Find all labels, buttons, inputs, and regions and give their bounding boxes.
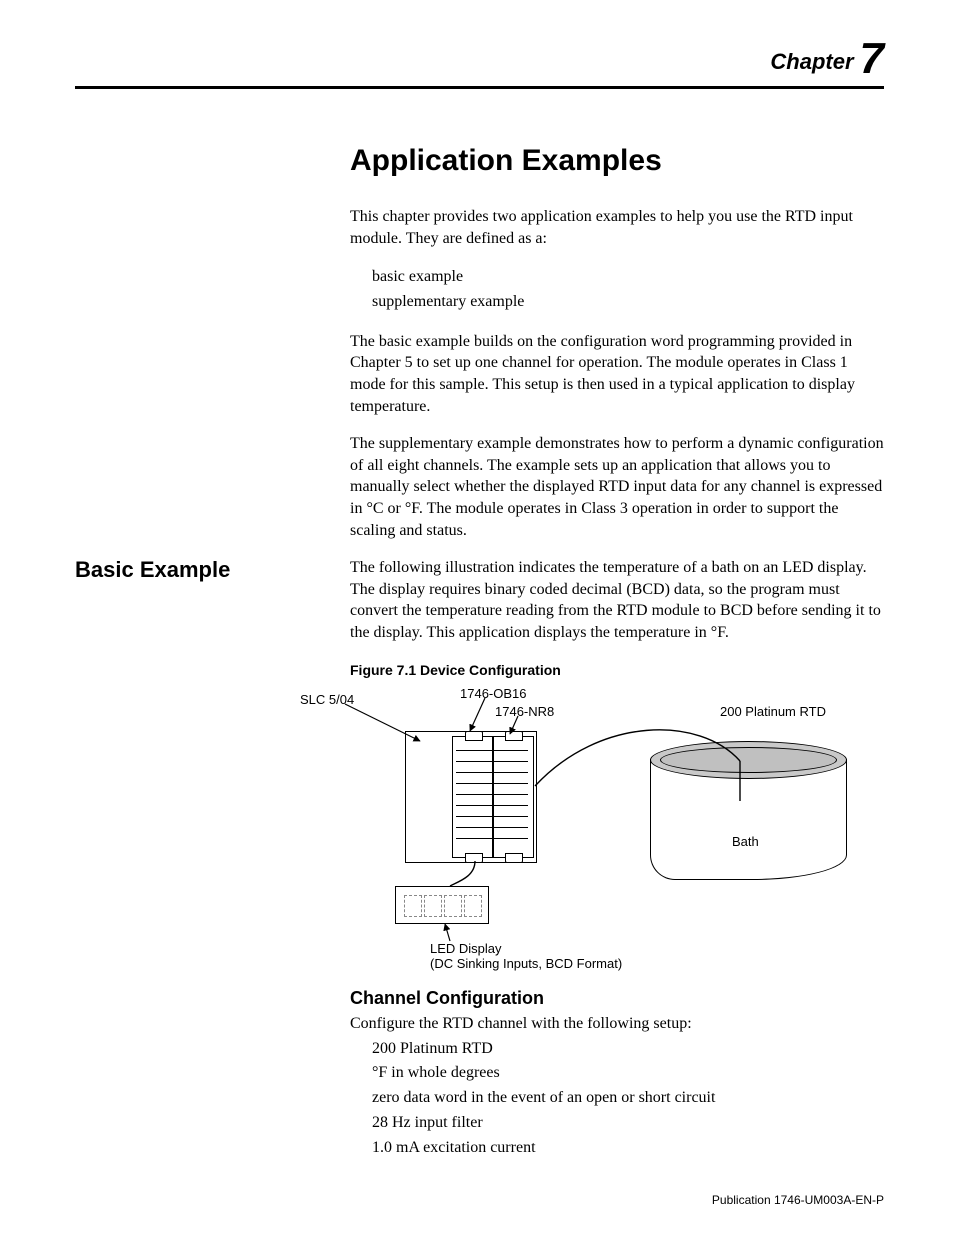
section-heading-basic: Basic Example [75, 557, 350, 583]
config-item-degrees: °F in whole degrees [372, 1061, 884, 1086]
intro-para-2: The basic example builds on the configur… [350, 331, 884, 417]
diagram-overlay [300, 686, 860, 976]
config-item-rtd: 200 Platinum RTD [372, 1037, 884, 1062]
config-item-excitation: 1.0 mA excitation current [372, 1136, 884, 1161]
basic-para: The following illustration indicates the… [350, 557, 884, 643]
config-item-zero: zero data word in the event of an open o… [372, 1086, 884, 1111]
figure-title: Figure 7.1 Device Configuration [350, 662, 884, 678]
page-title: Application Examples [350, 144, 884, 178]
config-item-filter: 28 Hz input filter [372, 1111, 884, 1136]
chapter-header: Chapter 7 [75, 30, 884, 80]
chapter-number: 7 [860, 34, 884, 83]
publication-id: Publication 1746-UM003A-EN-P [712, 1193, 884, 1207]
intro-para-1: This chapter provides two application ex… [350, 206, 884, 249]
intro-item-basic: basic example [372, 265, 884, 290]
intro-item-supplementary: supplementary example [372, 290, 884, 315]
figure-device-configuration: SLC 5/04 1746-OB16 1746-NR8 200 Platinum… [300, 686, 860, 976]
intro-para-3: The supplementary example demonstrates h… [350, 433, 884, 541]
channel-lead: Configure the RTD channel with the follo… [350, 1015, 884, 1033]
chapter-word: Chapter [770, 49, 853, 74]
subheading-channel-config: Channel Configuration [350, 988, 884, 1009]
header-rule [75, 86, 884, 89]
